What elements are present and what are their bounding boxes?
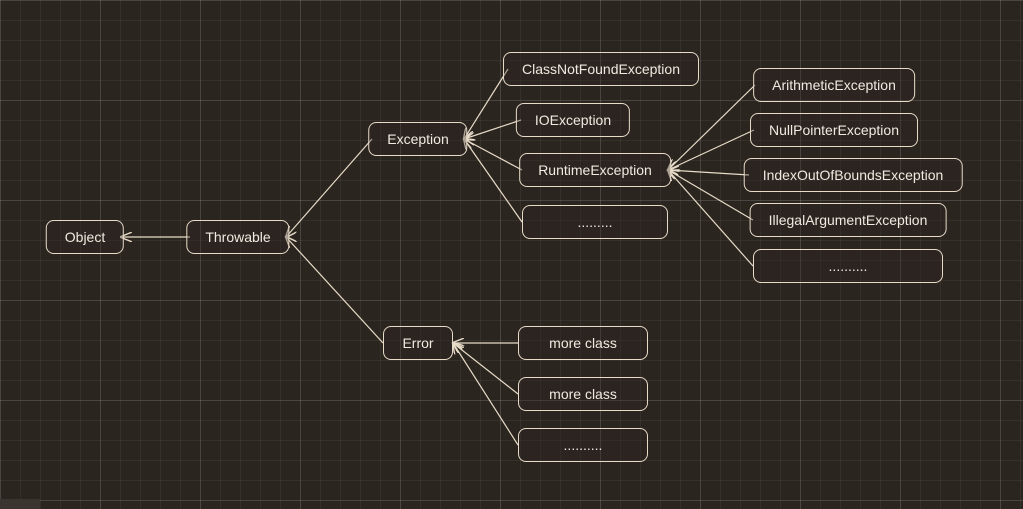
node-throwable[interactable]: Throwable: [186, 220, 289, 254]
edge-error-throwable: [286, 237, 383, 343]
edge-rte-exception: [464, 139, 522, 170]
node-cnfe[interactable]: ClassNotFoundException: [503, 52, 699, 86]
edge-ioobe-rte: [668, 170, 749, 175]
edge-iae-rte: [668, 170, 753, 220]
node-rte_dots[interactable]: ..........: [753, 249, 943, 283]
edge-npe-rte: [668, 130, 754, 170]
node-err2[interactable]: more class: [518, 377, 648, 411]
node-npe[interactable]: NullPointerException: [750, 113, 918, 147]
edge-rte_dots-rte: [668, 170, 753, 266]
node-err1[interactable]: more class: [518, 326, 648, 360]
edge-ae-rte: [668, 85, 755, 170]
edge-err2-error: [453, 343, 518, 394]
edge-err_dots-error: [453, 343, 518, 445]
edge-exc_dots-exception: [464, 139, 522, 222]
edge-ioe-exception: [464, 120, 521, 139]
node-exception[interactable]: Exception: [368, 122, 467, 156]
node-ioobe[interactable]: IndexOutOfBoundsException: [744, 158, 963, 192]
node-exc_dots[interactable]: .........: [522, 205, 668, 239]
footer-bar: [0, 499, 40, 509]
node-ae[interactable]: ArithmeticException: [753, 68, 915, 102]
node-err_dots[interactable]: ..........: [518, 428, 648, 462]
node-iae[interactable]: IllegalArgumentException: [750, 203, 947, 237]
node-rte[interactable]: RuntimeException: [519, 153, 671, 187]
node-error[interactable]: Error: [383, 326, 453, 360]
edge-cnfe-exception: [464, 69, 508, 139]
edge-exception-throwable: [286, 139, 372, 237]
node-object[interactable]: Object: [46, 220, 124, 254]
node-ioe[interactable]: IOException: [516, 103, 630, 137]
